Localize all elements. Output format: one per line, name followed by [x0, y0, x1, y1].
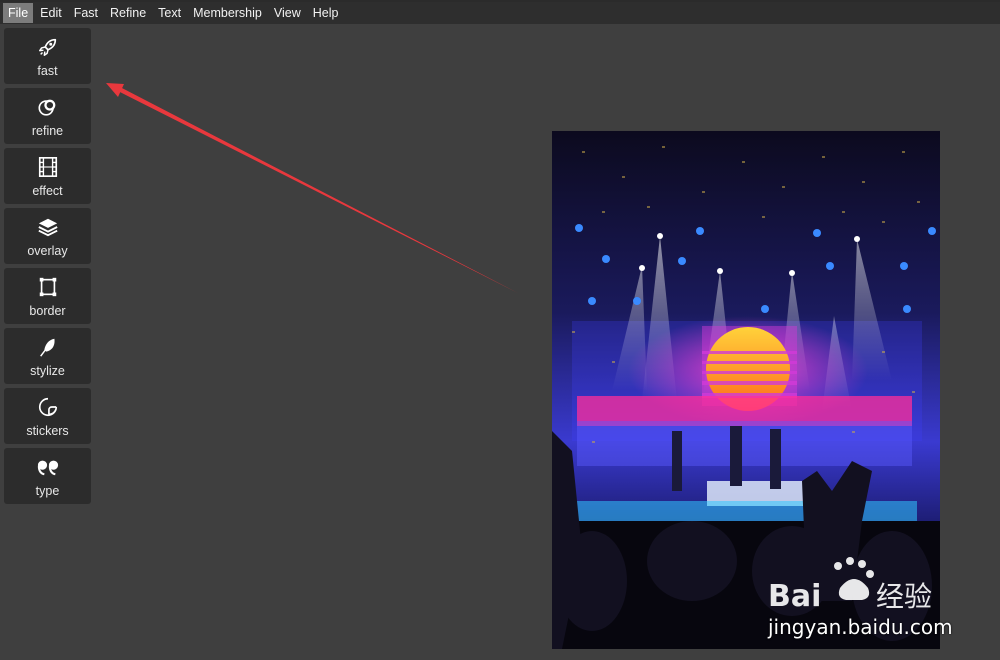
svg-text:经验: 经验 [876, 580, 932, 613]
watermark-domain: jingyan.baidu.com [768, 615, 953, 639]
svg-text:Bai: Bai [768, 579, 821, 614]
baidu-watermark-logo: Bai 经验 [768, 557, 932, 614]
